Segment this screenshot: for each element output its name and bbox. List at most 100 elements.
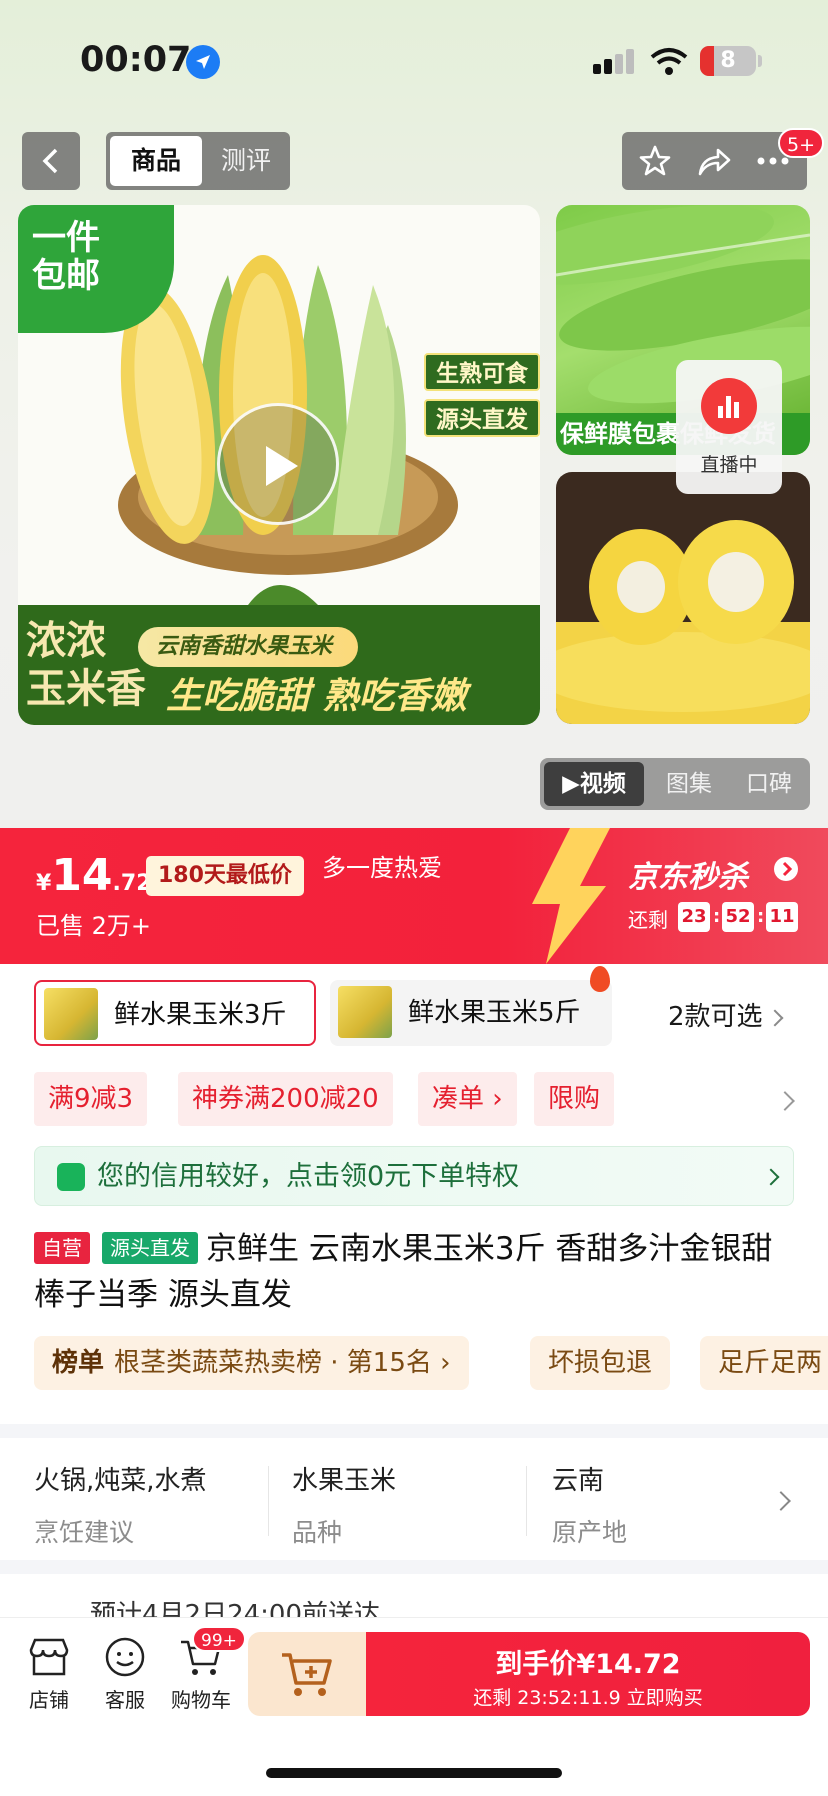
variant-thumbnail [44,988,98,1040]
coupon-super[interactable]: 神券满200减20 [178,1072,393,1126]
promo-ribbon: 云南香甜水果玉米 [138,627,359,667]
coupon-limit[interactable]: 限购 [534,1072,615,1126]
variants-more-label: 2款可选 [668,1002,763,1032]
price-currency: ¥ [36,871,52,896]
lightning-bolt-icon [532,828,610,964]
buy-now-button[interactable]: 到手价¥14.72 还剩 23:52:11.9 立即购买 [366,1632,810,1716]
self-operated-badge: 自营 [34,1232,90,1264]
spec-value: 火锅,炖菜,水煮 [34,1466,207,1496]
customer-service-label: 客服 [105,1688,145,1712]
video-play-button[interactable] [217,403,339,525]
add-to-cart-button[interactable] [248,1632,368,1716]
sold-count: 已售 2万+ [36,912,152,940]
variant-label: 鲜水果玉米5斤 [408,998,581,1028]
smiley-chat-icon [105,1637,145,1677]
coupons-chevron-right-icon[interactable] [775,1091,795,1111]
price-integer: 14 [51,850,113,901]
price: ¥14.72 [36,850,152,901]
flash-sale-title[interactable]: 京东秒杀 [628,852,748,896]
battery-icon: 8 [700,46,756,76]
back-button[interactable] [22,132,80,190]
spec-origin: 云南 原产地 [552,1460,627,1549]
share-icon[interactable] [696,144,732,178]
price-slogan: 多一度热爱 [322,854,442,882]
buy-now-countdown: 还剩 23:52:11.9 立即购买 [473,1687,703,1709]
credit-text: 您的信用较好，点击领0元下单特权 [97,1161,520,1192]
thumbnail-cut-corn[interactable] [556,472,810,724]
status-time: 00:07 [80,40,192,80]
variant-thumbnail [338,986,392,1038]
service-chip-damage-refund[interactable]: 坏损包退 [530,1336,671,1390]
main-product-image[interactable]: 一件 包邮 生熟可食 源头直发 浓浓 玉米香 云南香甜水果玉米 生吃脆甜 熟吃香… [18,205,540,725]
battery-level: 8 [720,48,736,73]
spec-key: 烹饪建议 [34,1518,135,1547]
chevron-right-icon [762,1168,780,1186]
variant-label: 鲜水果玉米3斤 [114,1000,287,1030]
free-shipping-text: 一件 包邮 [32,218,100,296]
specs-chevron-right-icon[interactable] [771,1491,791,1511]
cut-corn-illustration [556,520,810,724]
product-tab-switch: 商品 测评 [106,132,290,190]
flash-sale-chevron-icon[interactable] [774,857,798,881]
countdown-seconds: 11 [766,902,798,932]
spec-key: 原产地 [552,1518,628,1547]
section-divider [0,1560,828,1574]
spec-value: 水果玉米 [292,1466,397,1496]
media-tab-gallery[interactable]: 图集 [652,762,726,806]
variants-more-link[interactable]: 2款可选 [668,996,784,1033]
spec-divider [526,1466,527,1536]
spec-variety: 水果玉米 品种 [292,1460,396,1549]
cart-label: 购物车 [171,1688,231,1712]
shopping-bag-icon [57,1163,85,1191]
status-bar: 00:07 8 [0,0,828,120]
cart-count-badge: 99+ [192,1626,246,1652]
store-label: 店铺 [29,1688,69,1712]
countdown-label: 还剩 [628,908,668,932]
cellular-signal-icon [593,49,634,74]
add-cart-icon [282,1653,332,1696]
variant-option-selected[interactable]: 鲜水果玉米3斤 [34,980,316,1046]
customer-service-button[interactable]: 客服 [90,1636,160,1713]
tag-direct-source: 源头直发 [424,399,540,437]
ranking-chip[interactable]: 榜单 根茎类蔬菜热卖榜 · 第15名 › [34,1336,469,1390]
media-tabs: ▶视频 图集 口碑 [540,758,810,810]
tag-edible: 生熟可食 [424,353,540,391]
countdown-hours: 23 [678,902,710,932]
spec-divider [268,1466,269,1536]
tab-product[interactable]: 商品 [110,136,202,186]
variant-option[interactable]: 鲜水果玉米5斤 [330,980,612,1046]
wifi-icon [650,48,688,75]
promo-big-text: 浓浓 玉米香 [26,617,146,712]
chevron-right-icon [766,1009,784,1026]
buy-now-price: 到手价¥14.72 [495,1649,681,1680]
hot-flame-icon [590,966,610,992]
spec-value: 云南 [552,1466,605,1496]
promo-slogan: 生吃脆甜 熟吃香嫩 [166,676,467,717]
spec-key: 品种 [292,1518,343,1547]
coupon-full-reduction[interactable]: 满9减3 [34,1072,148,1126]
store-button[interactable]: 店铺 [14,1636,84,1713]
live-label: 直播中 [700,454,758,476]
live-stream-badge[interactable]: 直播中 [676,360,782,494]
section-divider [0,1424,828,1438]
price-banner: ¥14.72 180天最低价 多一度热爱 已售 2万+ 京东秒杀 还剩 23 :… [0,828,828,964]
spec-cooking: 火锅,炖菜,水煮 烹饪建议 [34,1460,207,1549]
tab-review[interactable]: 测评 [206,136,286,186]
star-favorite-icon[interactable] [638,144,672,178]
countdown-minutes: 52 [722,902,754,932]
media-tab-reviews[interactable]: 口碑 [732,762,806,806]
ranking-label: 榜单 [52,1348,105,1378]
live-bars-icon [701,378,757,434]
service-chip-full-weight[interactable]: 足斤足两 [700,1336,828,1390]
direct-source-badge: 源头直发 [102,1232,198,1264]
media-tab-video[interactable]: ▶视频 [544,762,644,806]
coupon-combine-order[interactable]: 凑单 › [418,1072,517,1126]
home-indicator[interactable] [266,1768,562,1778]
credit-privilege-banner[interactable]: 您的信用较好，点击领0元下单特权 [34,1146,794,1206]
message-count-badge: 5+ [778,128,825,158]
battery-tip [758,55,762,67]
more-options-icon[interactable] [756,156,790,166]
free-shipping-badge: 一件 包邮 [18,205,174,333]
play-icon [266,446,298,486]
countdown-colon: : [713,906,721,927]
